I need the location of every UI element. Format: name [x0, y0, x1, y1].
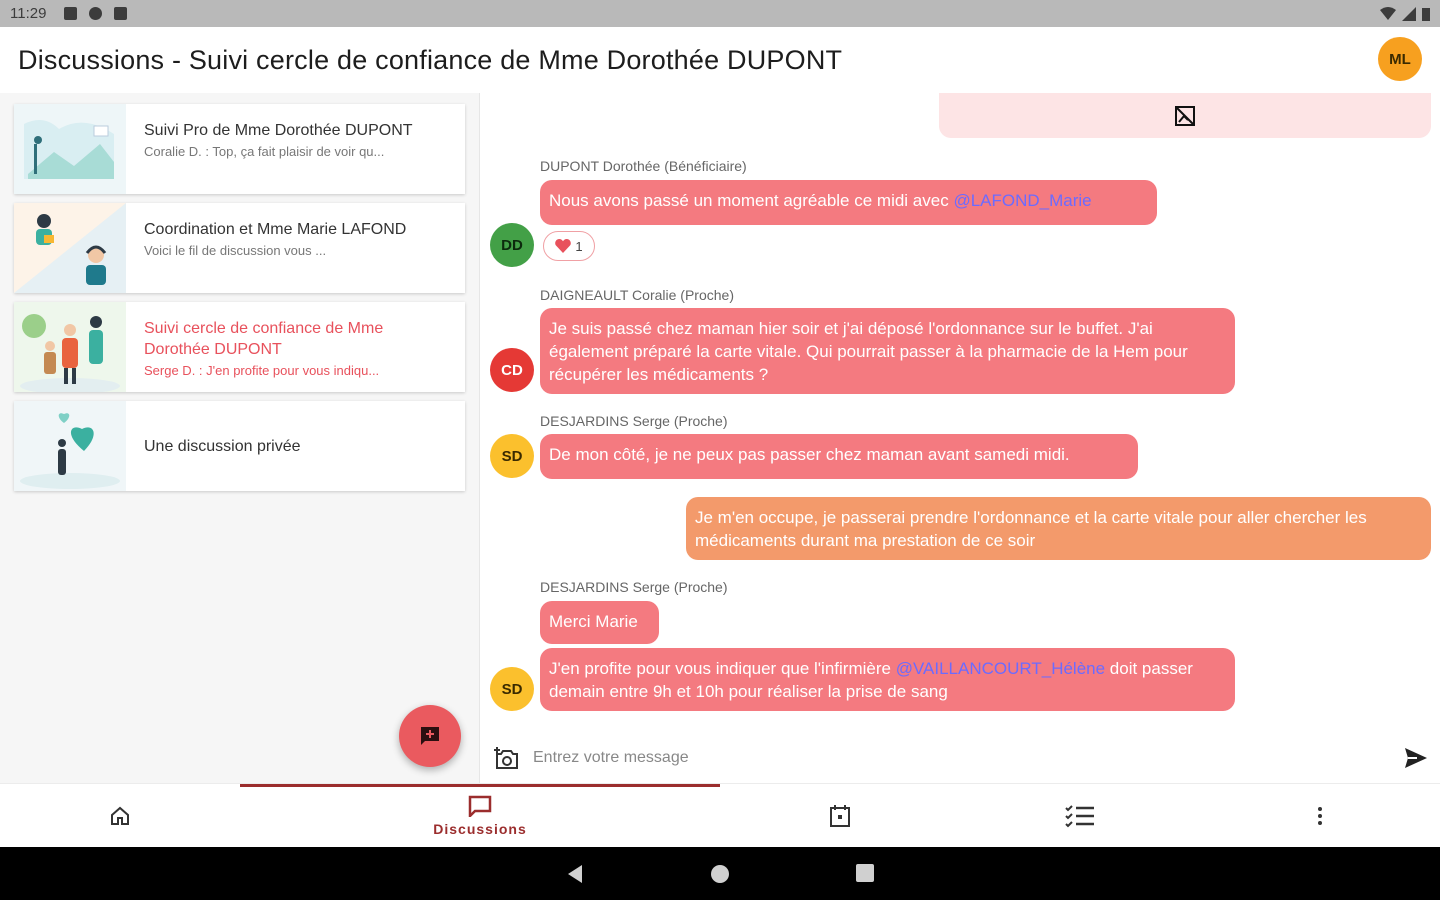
message-bubble[interactable]: De mon côté, je ne peux pas passer chez …	[540, 434, 1138, 479]
conversation-info: Coordination et Mme Marie LAFOND Voici l…	[126, 203, 460, 293]
message-input[interactable]	[533, 749, 1353, 767]
conversation-thumbnail	[14, 203, 126, 293]
conversation-info: Une discussion privée	[126, 401, 317, 491]
conversation-info: Suivi cercle de confiance de Mme Dorothé…	[126, 302, 465, 392]
message-author: DUPONT Dorothée (Bénéficiaire)	[540, 158, 747, 174]
reaction-count: 1	[575, 238, 583, 254]
user-avatar[interactable]: ML	[1378, 37, 1422, 81]
attachment-bubble[interactable]	[939, 93, 1431, 138]
recents-icon[interactable]	[856, 864, 874, 882]
tab-calendar[interactable]	[720, 784, 960, 848]
conversation-item[interactable]: Coordination et Mme Marie LAFOND Voici l…	[14, 203, 465, 293]
tab-tasks[interactable]	[960, 784, 1200, 848]
app-header: Discussions - Suivi cercle de confiance …	[0, 27, 1440, 93]
message-text: Je m'en occupe, je passerai prendre l'or…	[695, 508, 1367, 550]
system-navigation-bar	[0, 847, 1440, 900]
notification-icon	[64, 7, 78, 20]
send-icon[interactable]	[1404, 747, 1428, 769]
chat-icon	[468, 795, 492, 817]
avatar: DD	[490, 223, 534, 267]
message-author: DESJARDINS Serge (Proche)	[540, 579, 728, 595]
conversation-thumbnail	[14, 104, 126, 194]
conversation-thumbnail	[14, 401, 126, 491]
conversation-preview: Coralie D. : Top, ça fait plaisir de voi…	[144, 144, 385, 159]
reaction-badge[interactable]: 1	[543, 231, 595, 261]
conversation-name: Une discussion privée	[144, 437, 301, 455]
message-mention[interactable]: @LAFOND_Marie	[953, 191, 1091, 210]
avatar: SD	[490, 434, 534, 478]
battery-icon	[1422, 7, 1430, 21]
conversation-name: Suivi cercle de confiance de Mme Dorothé…	[144, 320, 384, 358]
tab-home[interactable]	[0, 784, 240, 848]
avatar: SD	[490, 667, 534, 711]
message-composer	[481, 733, 1440, 783]
home-button-icon[interactable]	[710, 864, 730, 884]
chat-thread: DUPONT Dorothée (Bénéficiaire) Nous avon…	[481, 93, 1440, 783]
message-bubble[interactable]: Nous avons passé un moment agréable ce m…	[540, 180, 1157, 225]
wifi-icon	[1380, 6, 1396, 20]
sd-card-icon	[114, 7, 128, 20]
status-time: 11:29	[10, 5, 47, 22]
message-author: DAIGNEAULT Coralie (Proche)	[540, 287, 734, 303]
signal-icon	[1402, 6, 1416, 21]
message-author: DESJARDINS Serge (Proche)	[540, 413, 728, 429]
conversation-item-active[interactable]: Suivi cercle de confiance de Mme Dorothé…	[14, 302, 465, 392]
tab-discussions-label: Discussions	[433, 821, 527, 837]
conversation-name: Suivi Pro de Mme Dorothée DUPONT	[144, 122, 413, 139]
message-bubble[interactable]: J'en profite pour vous indiquer que l'in…	[540, 648, 1235, 711]
add-photo-icon[interactable]	[493, 746, 519, 770]
image-unavailable-icon	[1175, 105, 1195, 126]
new-discussion-button[interactable]	[399, 705, 461, 767]
conversation-item[interactable]: Suivi Pro de Mme Dorothée DUPONT Coralie…	[14, 104, 465, 194]
page-title: Discussions - Suivi cercle de confiance …	[18, 44, 843, 75]
conversation-list: Suivi Pro de Mme Dorothée DUPONT Coralie…	[0, 93, 480, 783]
conversation-info: Suivi Pro de Mme Dorothée DUPONT Coralie…	[126, 104, 460, 194]
status-bar: 11:29	[0, 0, 1440, 27]
conversation-thumbnail	[14, 302, 126, 392]
message-bubble[interactable]: Je suis passé chez maman hier soir et j'…	[540, 308, 1235, 394]
conversation-preview: Serge D. : J'en profite pour vous indiqu…	[144, 363, 380, 378]
tab-discussions[interactable]: Discussions	[240, 784, 720, 848]
conversation-name: Coordination et Mme Marie LAFOND	[144, 221, 407, 238]
sync-icon	[89, 7, 103, 20]
back-icon[interactable]	[566, 864, 584, 884]
add-chat-icon	[421, 727, 439, 745]
checklist-icon	[1065, 805, 1094, 828]
more-vertical-icon	[1318, 807, 1322, 825]
conversation-item[interactable]: Une discussion privée	[14, 401, 465, 491]
bottom-navigation: Discussions	[0, 783, 1440, 847]
my-message-bubble[interactable]: Je m'en occupe, je passerai prendre l'or…	[686, 497, 1431, 560]
message-bubble[interactable]: Merci Marie	[540, 601, 659, 644]
message-text: Je suis passé chez maman hier soir et j'…	[549, 319, 1188, 384]
message-text: De mon côté, je ne peux pas passer chez …	[549, 445, 1070, 464]
message-text: J'en profite pour vous indiquer que l'in…	[549, 659, 896, 678]
conversation-preview: Voici le fil de discussion vous ...	[144, 243, 327, 258]
message-mention[interactable]: @VAILLANCOURT_Hélène	[896, 659, 1105, 678]
calendar-icon	[830, 805, 850, 827]
home-icon	[111, 806, 129, 825]
message-text: Merci Marie	[549, 612, 638, 631]
avatar: CD	[490, 348, 534, 392]
more-menu-button[interactable]	[1200, 784, 1440, 848]
heart-icon	[555, 239, 572, 253]
message-text: Nous avons passé un moment agréable ce m…	[549, 191, 954, 210]
